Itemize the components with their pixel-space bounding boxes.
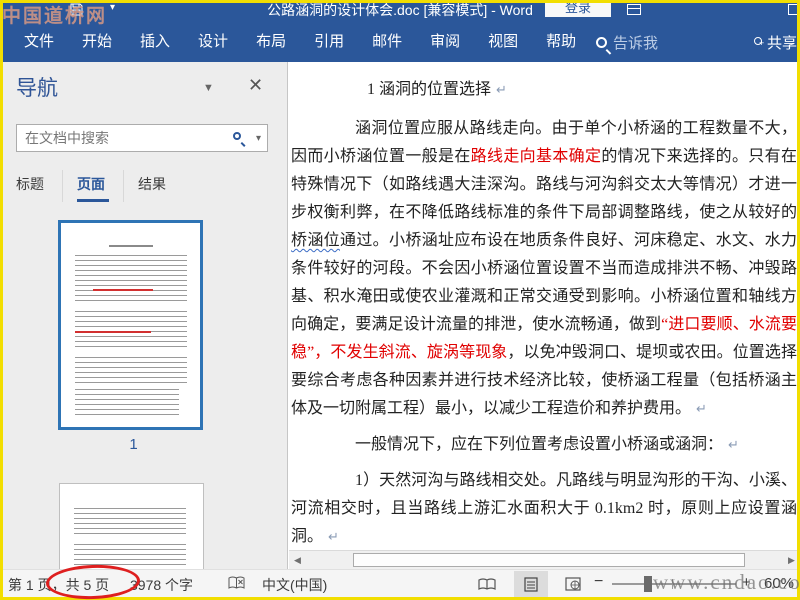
paragraph-mark: ↵ — [728, 438, 739, 453]
paragraph-1: 涵洞位置应服从路线走向。由于单个小桥涵的工程数量不大，因而小桥涵位置一般是在路线… — [291, 115, 797, 424]
document-text: 1 涵洞的位置选择 ↵ 涵洞位置应服从路线走向。由于单个小桥涵的工程数量不大，因而小… — [291, 76, 797, 550]
text-segment: 1 涵洞的位置选择 — [367, 81, 492, 98]
horizontal-scrollbar-thumb[interactable] — [353, 553, 745, 567]
save-icon[interactable] — [70, 3, 83, 21]
navigation-pane-title: 导航 — [16, 77, 58, 100]
ribbon-tab-5[interactable]: 引用 — [300, 22, 358, 62]
share-button[interactable]: 共享 — [752, 22, 797, 62]
tell-me-label: 告诉我 — [613, 34, 659, 52]
nav-tab-2[interactable]: 结果 — [138, 170, 184, 202]
ribbon-tab-6[interactable]: 邮件 — [358, 22, 416, 62]
sign-in-button[interactable]: 登录 — [545, 0, 611, 17]
title-bar: ▾ 公路涵洞的设计体会.doc [兼容模式] - Word 登录 — [0, 0, 800, 22]
paragraph-0: 1 涵洞的位置选择 ↵ — [291, 76, 797, 105]
zoom-out-icon[interactable]: − — [594, 573, 603, 591]
navigation-tabs: 标题 页面 结果 — [16, 170, 198, 202]
paragraph-mark: ↵ — [696, 402, 707, 417]
zoom-slider-thumb[interactable] — [644, 576, 652, 592]
ribbon-tab-9[interactable]: 帮助 — [532, 22, 590, 62]
scroll-right-icon[interactable]: ▶ — [783, 551, 800, 569]
text-segment: 1）天然河沟与路线相交处。凡路线与明显沟形的干沟、小溪、河流相交时，且当路线上游… — [291, 472, 797, 545]
navigation-pane: 导航 ▼ ✕ ▾ 标题页面结果 1 — [0, 62, 288, 569]
red-text-segment: 路线走向基本确定 — [470, 148, 602, 165]
language-status[interactable]: 中文(中国) — [262, 575, 327, 595]
nav-tab-1[interactable]: 页面 — [77, 170, 124, 202]
search-input[interactable] — [17, 125, 217, 151]
word-count-status[interactable]: 3978 个字 — [130, 575, 193, 595]
ribbon-tabs: 文件 开始 插入 设计 布局 引用 邮件 审阅 视图 帮助 — [10, 22, 590, 62]
tell-me-box[interactable]: 告诉我 — [596, 22, 658, 62]
horizontal-scrollbar: ◀ ▶ — [289, 550, 800, 569]
ribbon-tab-bar: 文件开始插入设计布局引用邮件审阅视图帮助 告诉我 共享 — [0, 22, 800, 62]
zoom-slider[interactable] — [612, 583, 736, 585]
search-magnifier-icon[interactable] — [233, 132, 241, 140]
navigation-pane-close-icon[interactable]: ✕ — [248, 75, 263, 96]
paragraph-mark: ↵ — [496, 83, 507, 98]
print-layout-button[interactable] — [514, 571, 548, 597]
status-bar: 第 1 页，共 5 页 3978 个字 中文(中国) − + 60% — [0, 569, 800, 597]
share-label: 共享 — [767, 34, 798, 52]
paragraph-2: 一般情况下，应在下列位置考虑设置小桥涵或涵洞： ↵ — [291, 431, 797, 460]
scroll-left-icon[interactable]: ◀ — [289, 551, 306, 569]
text-segment: 一般情况下，应在下列位置考虑设置小桥涵或涵洞： — [355, 436, 724, 453]
ribbon-tab-0[interactable]: 文件 — [10, 22, 68, 62]
ribbon-tab-4[interactable]: 布局 — [242, 22, 300, 62]
page-thumbnail-1-number: 1 — [129, 436, 138, 453]
quick-access-dropdown-icon[interactable]: ▾ — [110, 2, 115, 13]
navigation-pane-dropdown-icon[interactable]: ▼ — [203, 82, 214, 94]
ribbon-tab-8[interactable]: 视图 — [474, 22, 532, 62]
paragraph-mark: ↵ — [328, 530, 339, 545]
page-thumbnail-1[interactable] — [58, 220, 203, 430]
ribbon-tab-1[interactable]: 开始 — [68, 22, 126, 62]
page-number-status[interactable]: 第 1 页，共 5 页 — [8, 575, 109, 595]
read-mode-button[interactable] — [470, 571, 504, 597]
zoom-level[interactable]: 60% — [764, 575, 794, 592]
share-person-icon — [752, 37, 764, 48]
paragraph-3: 1）天然河沟与路线相交处。凡路线与明显沟形的干沟、小溪、河流相交时，且当路线上游… — [291, 467, 797, 550]
ribbon-tab-2[interactable]: 插入 — [126, 22, 184, 62]
text-segment: 桥涵位 — [291, 232, 340, 249]
ribbon-display-options-icon[interactable] — [627, 4, 641, 15]
ribbon-tab-7[interactable]: 审阅 — [416, 22, 474, 62]
document-canvas[interactable]: 1 涵洞的位置选择 ↵ 涵洞位置应服从路线走向。由于单个小桥涵的工程数量不大，因而小… — [289, 62, 800, 550]
ribbon-tab-3[interactable]: 设计 — [184, 22, 242, 62]
page-thumbnail-2[interactable] — [59, 483, 204, 569]
proofing-error-icon[interactable] — [228, 576, 245, 594]
search-icon — [596, 36, 607, 48]
zoom-slider-notch — [672, 579, 673, 589]
web-layout-button[interactable] — [556, 571, 590, 597]
nav-tab-0[interactable]: 标题 — [16, 170, 63, 202]
search-options-dropdown-icon[interactable]: ▾ — [256, 133, 261, 144]
window-title: 公路涵洞的设计体会.doc [兼容模式] - Word — [267, 2, 533, 18]
document-search-box: ▾ — [16, 124, 268, 152]
zoom-in-icon[interactable]: + — [742, 574, 751, 591]
window-restore-icon[interactable] — [788, 4, 800, 15]
word-window: ▾ 公路涵洞的设计体会.doc [兼容模式] - Word 登录 文件 开始 插入设… — [0, 0, 800, 600]
